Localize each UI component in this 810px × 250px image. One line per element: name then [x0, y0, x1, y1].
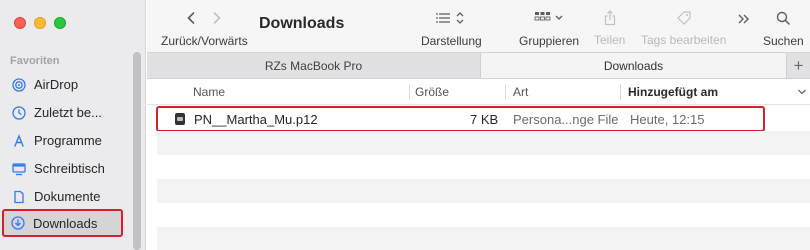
more-toolbar-button[interactable] — [737, 9, 751, 31]
double-chevron-right-icon — [737, 12, 751, 28]
tab-bar: RZs MacBook Pro Downloads + — [147, 52, 810, 79]
apps-icon — [12, 133, 26, 148]
sidebar: Favoriten AirDrop Zuletzt be... Programm… — [0, 0, 146, 250]
zoom-window-button[interactable] — [54, 17, 66, 29]
desktop-icon — [12, 162, 26, 176]
column-date-added[interactable]: Hinzugefügt am — [628, 79, 718, 105]
back-forward-control[interactable]: Zurück/Vorwärts — [161, 8, 248, 48]
clock-icon — [12, 105, 26, 120]
plus-icon: + — [793, 55, 804, 75]
file-kind: Persona...nge File — [513, 111, 619, 127]
sidebar-section-favorites: Favoriten — [10, 55, 60, 67]
empty-row — [157, 155, 810, 179]
sidebar-item-recents[interactable]: Zuletzt be... — [4, 99, 122, 126]
sidebar-item-downloads[interactable]: Downloads — [2, 209, 123, 237]
search-button[interactable]: Suchen — [763, 8, 804, 48]
column-header: Name Größe Art Hinzugefügt am — [147, 79, 810, 105]
sidebar-item-applications[interactable]: Programme — [4, 127, 122, 154]
column-divider[interactable] — [505, 84, 506, 100]
back-forward-label: Zurück/Vorwärts — [161, 34, 248, 48]
search-icon — [776, 11, 791, 28]
new-tab-button[interactable]: + — [787, 53, 810, 78]
share-label: Teilen — [594, 33, 626, 47]
toolbar: Zurück/Vorwärts Downloads Darstellung Gr… — [147, 0, 810, 52]
sidebar-item-label: Schreibtisch — [34, 161, 105, 176]
file-name: PN__Martha_Mu.p12 — [194, 111, 318, 127]
window-controls — [14, 17, 66, 29]
share-button[interactable]: Teilen — [594, 8, 625, 47]
table-row[interactable]: PN__Martha_Mu.p12 7 KB Persona...nge Fil… — [156, 106, 765, 132]
sort-chevron-icon[interactable] — [797, 79, 807, 105]
edit-tags-button[interactable]: Tags bearbeiten — [641, 8, 726, 47]
download-icon — [11, 216, 25, 230]
column-divider[interactable] — [620, 84, 621, 100]
empty-row — [157, 131, 810, 155]
tab-downloads[interactable]: Downloads — [481, 53, 787, 78]
sidebar-item-label: Downloads — [33, 215, 98, 231]
sidebar-item-label: AirDrop — [34, 77, 79, 92]
column-size[interactable]: Größe — [415, 79, 449, 105]
empty-row — [157, 203, 810, 227]
search-label: Suchen — [763, 34, 804, 48]
tag-icon — [676, 10, 692, 29]
sidebar-item-label: Dokumente — [34, 189, 101, 204]
share-icon — [603, 9, 617, 29]
view-options-button[interactable]: Darstellung — [421, 8, 482, 48]
group-button[interactable]: Gruppieren — [519, 8, 579, 48]
chevron-right-icon[interactable] — [212, 11, 222, 28]
empty-row — [157, 179, 810, 203]
certificate-file-icon — [175, 113, 185, 125]
file-size: 7 KB — [470, 111, 499, 127]
document-icon — [12, 190, 26, 204]
minimize-window-button[interactable] — [34, 17, 46, 29]
group-label: Gruppieren — [519, 34, 580, 48]
window-title: Downloads — [259, 15, 345, 32]
close-window-button[interactable] — [14, 17, 26, 29]
edit-tags-label: Tags bearbeiten — [641, 33, 727, 47]
sidebar-item-desktop[interactable]: Schreibtisch — [4, 155, 122, 182]
sidebar-item-label: Programme — [34, 133, 102, 148]
sidebar-scrollbar[interactable] — [133, 52, 141, 250]
view-options-label: Darstellung — [421, 34, 482, 48]
file-date-added: Heute, 12:15 — [630, 111, 705, 127]
file-list: PN__Martha_Mu.p12 7 KB Persona...nge Fil… — [156, 106, 810, 250]
sidebar-item-airdrop[interactable]: AirDrop — [4, 71, 122, 98]
empty-row — [157, 227, 810, 250]
chevron-left-icon[interactable] — [186, 11, 196, 28]
sidebar-item-documents[interactable]: Dokumente — [4, 183, 122, 210]
list-view-icon — [436, 11, 466, 28]
airdrop-icon — [12, 77, 26, 92]
tab-macbook-pro[interactable]: RZs MacBook Pro — [147, 53, 481, 78]
grid-group-icon — [534, 11, 564, 28]
column-kind[interactable]: Art — [513, 79, 528, 105]
sidebar-item-label: Zuletzt be... — [34, 105, 102, 120]
column-name[interactable]: Name — [193, 79, 225, 105]
column-divider[interactable] — [409, 84, 410, 100]
